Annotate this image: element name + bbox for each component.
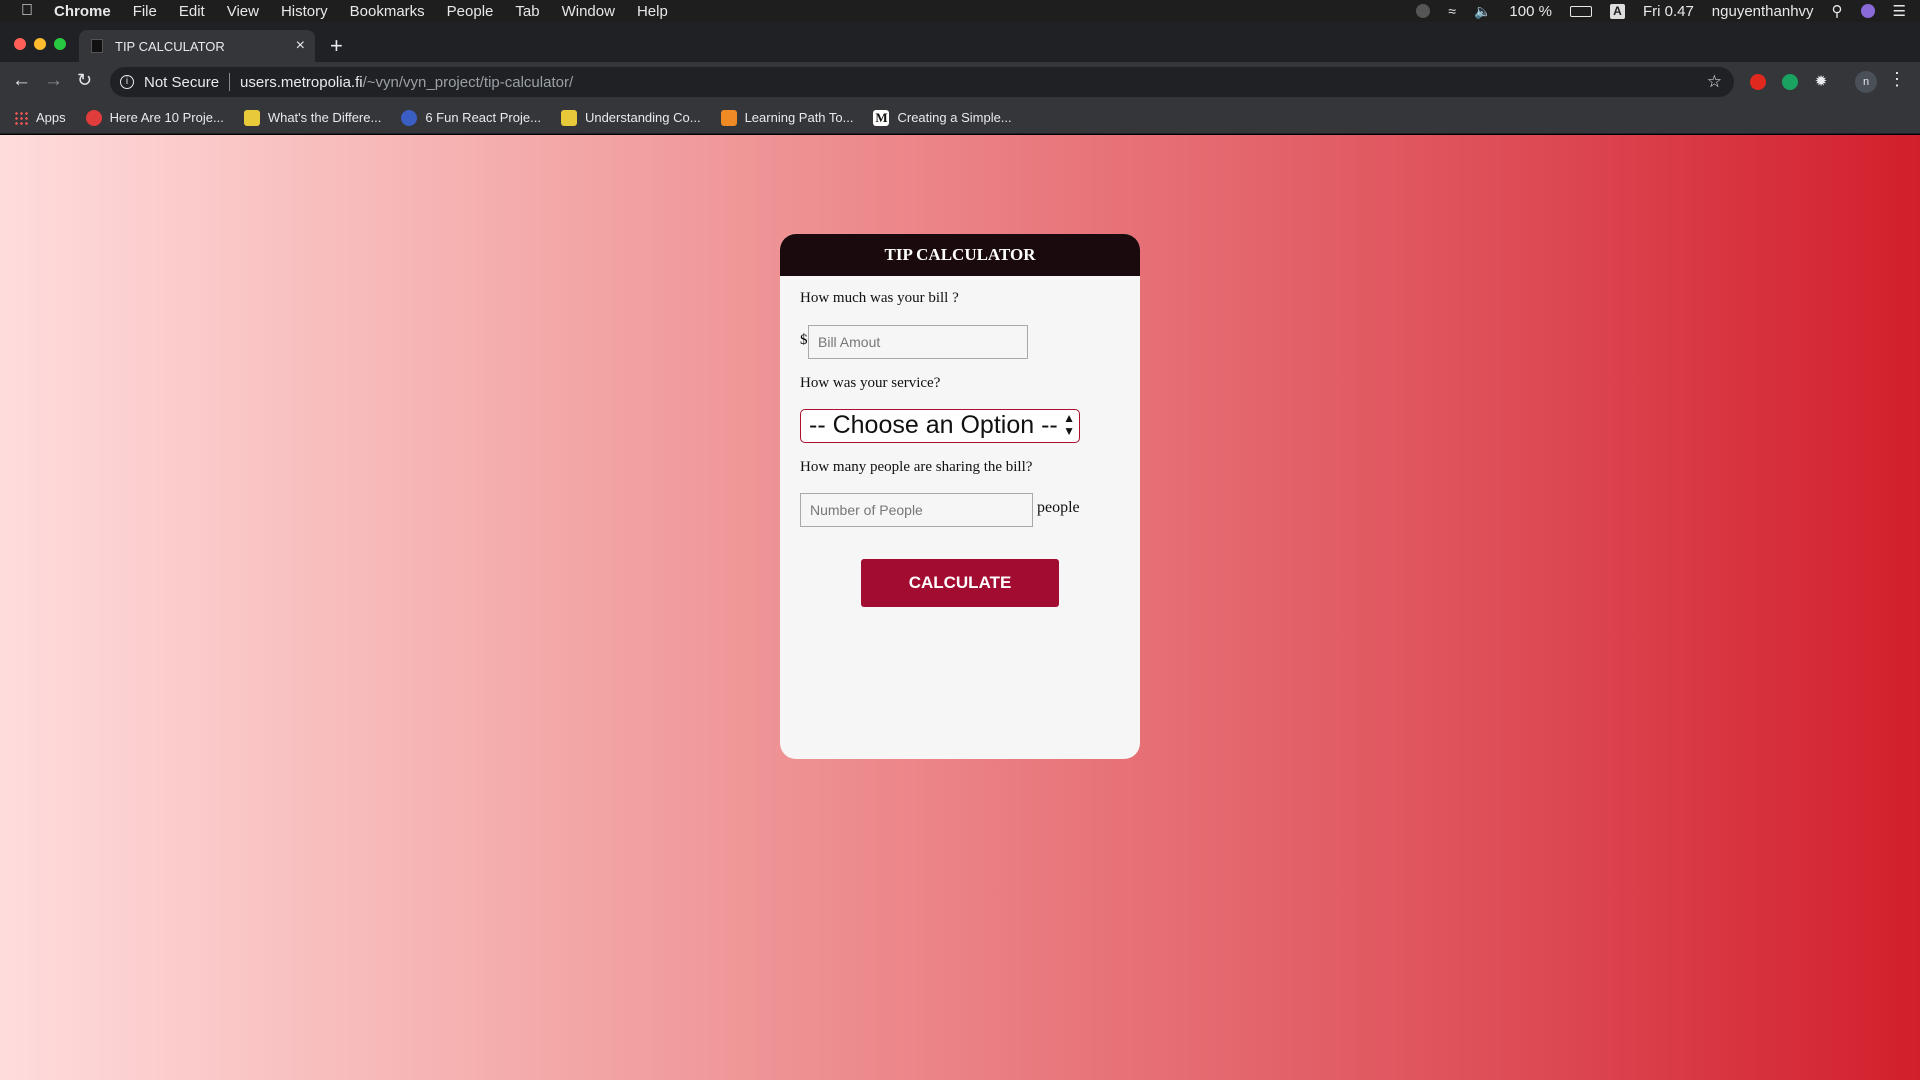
status-area: ≈ 🔈 100 % A Fri 0.47 nguyenthanhvy ⚲ ☰ bbox=[1416, 0, 1906, 22]
screen-record-icon[interactable] bbox=[1416, 4, 1431, 18]
tab-strip: TIP CALCULATOR × + bbox=[0, 22, 1920, 62]
service-question: How was your service? bbox=[800, 375, 941, 391]
volume-icon[interactable]: 🔈 bbox=[1474, 3, 1491, 20]
bookmark-label: Here Are 10 Proje... bbox=[109, 110, 224, 125]
bookmark-label: What's the Differe... bbox=[267, 110, 382, 125]
chrome-menu-icon[interactable]: ⋮ bbox=[1888, 69, 1906, 90]
menu-app-name[interactable]: Chrome bbox=[54, 3, 111, 20]
zoom-window-button[interactable] bbox=[54, 38, 66, 50]
reload-icon[interactable]: ↻ bbox=[77, 70, 92, 91]
tip-calculator-card: TIP CALCULATOR How much was your bill ? … bbox=[780, 234, 1140, 759]
bookmark-favicon-icon bbox=[85, 109, 102, 126]
bill-question: How much was your bill ? bbox=[800, 290, 959, 306]
calculate-button[interactable]: CALCULATE bbox=[861, 559, 1059, 607]
siri-icon[interactable] bbox=[1860, 4, 1875, 18]
bookmarks-bar: Apps Here Are 10 Proje... What's the Dif… bbox=[0, 102, 1920, 134]
wifi-icon[interactable]: ≈ bbox=[1448, 3, 1456, 19]
people-unit-label: people bbox=[1037, 499, 1080, 516]
people-question: How many people are sharing the bill? bbox=[800, 459, 1033, 475]
info-icon[interactable]: i bbox=[120, 75, 134, 89]
tab-tip-calculator[interactable]: TIP CALCULATOR × bbox=[79, 30, 315, 62]
extension-adblock-icon[interactable] bbox=[1750, 74, 1766, 90]
battery-icon[interactable] bbox=[1569, 5, 1592, 17]
apple-icon[interactable]:  bbox=[0, 2, 54, 20]
service-select[interactable]: -- Choose an Option -- ▲ ▼ bbox=[800, 409, 1080, 443]
menu-window[interactable]: Window bbox=[562, 3, 615, 20]
bookmark-label: 6 Fun React Proje... bbox=[425, 110, 541, 125]
profile-avatar[interactable]: n bbox=[1855, 71, 1877, 93]
clock[interactable]: Fri 0.47 bbox=[1643, 3, 1694, 20]
menu-people[interactable]: People bbox=[447, 3, 494, 20]
menu-help[interactable]: Help bbox=[637, 3, 668, 20]
bookmark-item[interactable]: 6 Fun React Proje... bbox=[401, 109, 541, 126]
bookmark-item[interactable]: Understanding Co... bbox=[560, 109, 701, 126]
menu-bookmarks[interactable]: Bookmarks bbox=[350, 3, 425, 20]
service-selected-value: -- Choose an Option -- bbox=[809, 411, 1058, 439]
extension-react-icon[interactable]: ✹ bbox=[1813, 74, 1829, 90]
extension-grammarly-icon[interactable] bbox=[1782, 74, 1798, 90]
bookmark-label: Learning Path To... bbox=[744, 110, 854, 125]
url-host[interactable]: users.metropolia.fi bbox=[240, 74, 363, 91]
menu-tab[interactable]: Tab bbox=[515, 3, 539, 20]
notification-center-icon[interactable]: ☰ bbox=[1893, 2, 1906, 20]
bookmark-favicon-icon bbox=[560, 109, 577, 126]
forward-arrow-icon[interactable]: → bbox=[44, 70, 63, 92]
bookmark-item[interactable]: Learning Path To... bbox=[720, 109, 854, 126]
back-arrow-icon[interactable]: ← bbox=[12, 70, 31, 92]
bookmark-favicon-icon bbox=[401, 109, 418, 126]
security-label[interactable]: Not Secure bbox=[144, 74, 219, 91]
menu-history[interactable]: History bbox=[281, 3, 328, 20]
bookmark-label: Apps bbox=[36, 110, 66, 125]
bookmark-item[interactable]: M Creating a Simple... bbox=[873, 109, 1012, 126]
tab-title: TIP CALCULATOR bbox=[115, 38, 225, 54]
people-count-input[interactable]: Number of People bbox=[800, 493, 1033, 527]
select-arrows-icon: ▲ ▼ bbox=[1063, 411, 1075, 438]
bookmark-star-icon[interactable]: ☆ bbox=[1707, 72, 1722, 92]
calculator-favicon-icon bbox=[91, 39, 103, 53]
macos-menu-bar:  Chrome File Edit View History Bookmark… bbox=[0, 0, 1920, 22]
bookmark-label: Understanding Co... bbox=[584, 110, 701, 125]
menu-edit[interactable]: Edit bbox=[179, 3, 205, 20]
medium-logo-icon: M bbox=[873, 109, 890, 126]
browser-toolbar: ← → ↻ i Not Secure users.metropolia.fi/~… bbox=[0, 62, 1920, 102]
page-background: TIP CALCULATOR How much was your bill ? … bbox=[0, 135, 1920, 1080]
input-source-icon[interactable]: A bbox=[1609, 3, 1625, 19]
bill-amount-input[interactable]: Bill Amout bbox=[808, 325, 1028, 359]
omnibox-divider bbox=[229, 73, 231, 91]
bookmark-item[interactable]: Here Are 10 Proje... bbox=[85, 109, 224, 126]
minimize-window-button[interactable] bbox=[34, 38, 46, 50]
currency-symbol: $ bbox=[800, 332, 808, 348]
bookmark-apps[interactable]: Apps bbox=[14, 110, 66, 125]
apps-grid-icon bbox=[14, 110, 28, 125]
address-bar[interactable]: i Not Secure users.metropolia.fi/~vyn/vy… bbox=[110, 67, 1734, 97]
tab-close-icon[interactable]: × bbox=[296, 37, 305, 55]
menu-view[interactable]: View bbox=[227, 3, 259, 20]
bookmark-favicon-icon bbox=[243, 109, 260, 126]
calculator-title: TIP CALCULATOR bbox=[780, 234, 1140, 276]
bookmark-label: Creating a Simple... bbox=[897, 110, 1012, 125]
url-path[interactable]: /~vyn/vyn_project/tip-calculator/ bbox=[363, 74, 574, 91]
new-tab-button[interactable]: + bbox=[330, 33, 343, 59]
user-name[interactable]: nguyenthanhvy bbox=[1712, 3, 1814, 20]
bookmark-item[interactable]: What's the Differe... bbox=[243, 109, 382, 126]
close-window-button[interactable] bbox=[14, 38, 26, 50]
menu-file[interactable]: File bbox=[133, 3, 157, 20]
battery-percent: 100 % bbox=[1509, 2, 1552, 20]
spotlight-search-icon[interactable]: ⚲ bbox=[1832, 2, 1843, 20]
bookmark-favicon-icon bbox=[720, 109, 737, 126]
